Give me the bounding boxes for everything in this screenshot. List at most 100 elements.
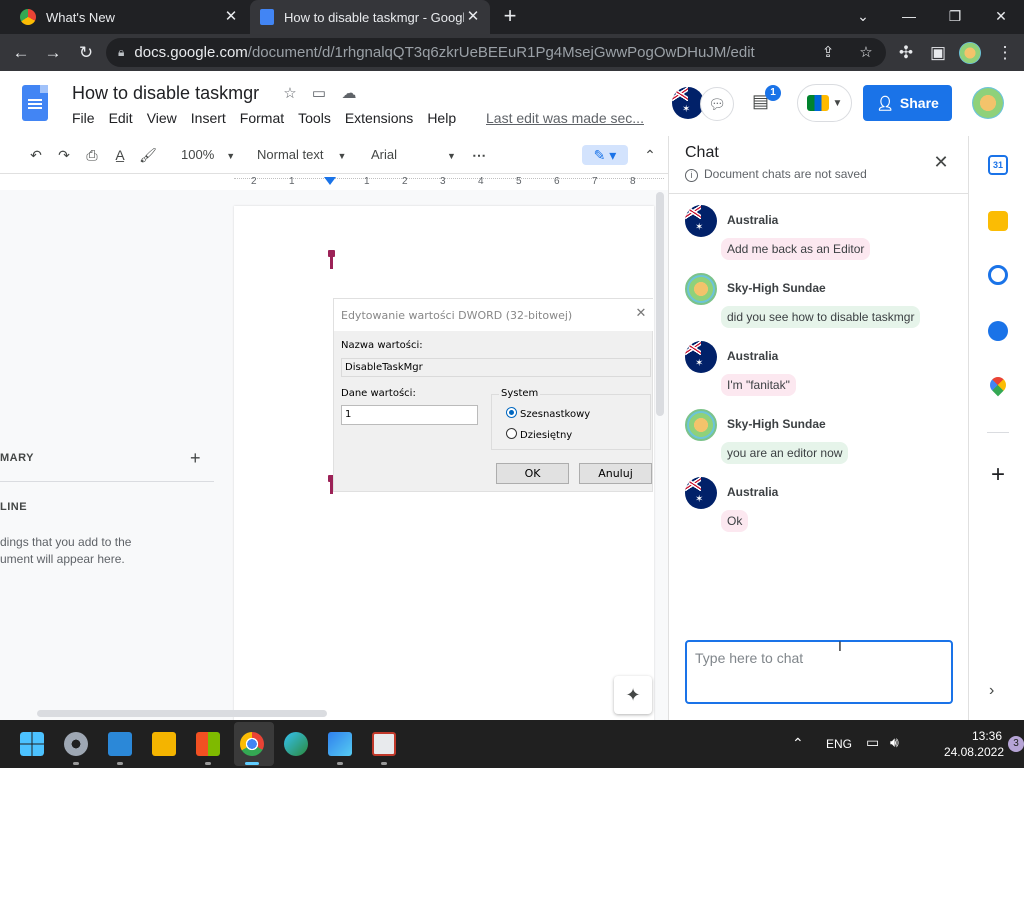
side-panel-icon[interactable]: ▣ (925, 40, 951, 66)
share-page-icon[interactable]: ⇪ (818, 43, 838, 63)
zoom-value: 100% (181, 147, 215, 162)
outline-divider (0, 481, 214, 482)
menu-format[interactable]: Format (240, 110, 284, 126)
star-icon[interactable]: ☆ (280, 84, 300, 104)
menu-file[interactable]: File (72, 110, 95, 126)
url-field[interactable]: 🔒︎ docs.google.com /document/d/1rhgnalqQ… (106, 38, 886, 67)
tab-search-icon[interactable]: ⌄ (840, 0, 886, 32)
windows-taskbar: ⌃ ENG ▭ 🔊︎ 13:36 24.08.2022 3 (0, 720, 1024, 768)
settings-icon[interactable] (64, 732, 88, 756)
new-tab-button[interactable]: + (498, 4, 522, 28)
chat-input[interactable]: Type here to chat (685, 640, 953, 704)
font-value: Arial (371, 147, 398, 162)
close-chat-icon[interactable]: ✕ (932, 153, 950, 171)
ruler-tick: 6 (554, 176, 560, 187)
tab-whats-new[interactable]: What's New ✕ (0, 0, 248, 34)
chat-panel: Chat i Document chats are not saved ✕ Aus… (668, 136, 969, 720)
close-tab-icon[interactable]: ✕ (464, 8, 482, 26)
tasks-icon[interactable] (988, 265, 1008, 285)
notification-badge[interactable]: 3 (1008, 736, 1024, 752)
editing-mode-button[interactable]: ✎ ▾ (582, 145, 628, 165)
menu-edit[interactable]: Edit (109, 110, 133, 126)
back-icon[interactable]: ← (8, 40, 34, 66)
chevron-right-icon[interactable]: › (989, 682, 1005, 699)
paint-format-icon[interactable]: 🖌︎ (138, 145, 158, 165)
redo-icon[interactable]: ↷ (54, 145, 74, 165)
move-folder-icon[interactable]: ▭ (309, 84, 329, 104)
last-edit-link[interactable]: Last edit was made sec... (486, 110, 644, 126)
chrome-menu-icon[interactable]: ⋮ (992, 40, 1018, 66)
profile-avatar[interactable] (959, 42, 981, 64)
horizontal-scrollbar[interactable] (37, 710, 327, 717)
chevron-up-icon[interactable]: ⌃ (792, 735, 804, 752)
forward-icon[interactable]: → (40, 40, 66, 66)
app-icon[interactable] (328, 732, 352, 756)
edge-icon[interactable] (284, 732, 308, 756)
extensions-icon[interactable]: ✣ (893, 40, 919, 66)
sidebar-divider (987, 432, 1009, 433)
undo-icon[interactable]: ↶ (26, 145, 46, 165)
meet-button[interactable]: ▼ (797, 84, 852, 122)
menu-view[interactable]: View (147, 110, 177, 126)
menu-help[interactable]: Help (427, 110, 456, 126)
chat-note: i Document chats are not saved (685, 167, 867, 182)
share-button[interactable]: 👤︎ Share (863, 85, 952, 121)
vertical-scrollbar[interactable] (656, 192, 664, 416)
radio-hex: Szesnastkowy (506, 407, 590, 420)
style-select[interactable]: Normal text ▼ (257, 145, 346, 165)
outline-heading: LINE (0, 501, 28, 513)
explore-button[interactable]: ✦ (614, 676, 652, 714)
collaborator-cursor (328, 250, 335, 269)
clock-time[interactable]: 13:36 (952, 729, 1002, 743)
notepad-icon[interactable] (108, 732, 132, 756)
chevron-down-icon: ▼ (337, 151, 347, 161)
hide-menus-icon[interactable]: ⌃ (640, 145, 660, 165)
add-summary-icon[interactable]: + (190, 448, 201, 469)
bookmark-star-icon[interactable]: ☆ (856, 43, 876, 63)
chevron-down-icon: ▼ (226, 151, 236, 161)
contacts-icon[interactable] (988, 321, 1008, 341)
show-chat-icon[interactable]: 💬︎ (700, 87, 734, 121)
spellcheck-icon[interactable]: A̲ (110, 145, 130, 165)
keep-icon[interactable] (988, 211, 1008, 231)
ruler-tick: 8 (630, 176, 636, 187)
more-options-icon[interactable]: ⋯ (469, 145, 489, 165)
store-icon[interactable] (196, 732, 220, 756)
maps-icon[interactable] (986, 373, 1010, 397)
clock-date[interactable]: 24.08.2022 (924, 745, 1004, 759)
document-title[interactable]: How to disable taskmgr (72, 83, 259, 104)
calendar-icon[interactable]: 31 (988, 155, 1008, 175)
language-indicator[interactable]: ENG (826, 737, 852, 751)
account-avatar[interactable] (972, 87, 1004, 119)
chat-text: you are an editor now (721, 442, 849, 464)
ruler-tick: 4 (478, 176, 484, 187)
print-icon[interactable]: ⎙ (82, 145, 102, 165)
snipping-tool-icon[interactable] (372, 732, 396, 756)
reload-icon[interactable]: ↻ (73, 40, 99, 66)
zoom-select[interactable]: 100% ▼ (181, 145, 235, 165)
menu-extensions[interactable]: Extensions (345, 110, 413, 126)
outline-hint: ument will appear here. (0, 552, 125, 566)
add-addon-icon[interactable]: + (987, 463, 1009, 487)
minimize-button[interactable]: — (886, 0, 932, 32)
outline-hint: dings that you add to the (0, 535, 132, 549)
close-tab-icon[interactable]: ✕ (222, 8, 240, 26)
ruler-tick: 1 (364, 176, 370, 187)
windows-start-icon[interactable] (20, 732, 44, 756)
restore-button[interactable]: ❐ (932, 0, 978, 32)
tab-google-doc[interactable]: How to disable taskmgr - Google ✕ (250, 0, 490, 34)
menu-tools[interactable]: Tools (298, 110, 331, 126)
menu-insert[interactable]: Insert (191, 110, 226, 126)
network-icon[interactable]: ▭ (866, 734, 879, 751)
docs-logo-icon[interactable] (22, 85, 48, 121)
close-window-button[interactable]: ✕ (978, 0, 1024, 32)
url-path: /document/d/1rhgnalqQT3q6zkrUeBEEuR1Pg4M… (247, 44, 755, 61)
volume-icon[interactable]: 🔊︎ (890, 734, 899, 751)
document-outline-panel: MARY + LINE dings that you add to the um… (0, 380, 220, 900)
font-select[interactable]: Arial ▼ (371, 145, 456, 165)
chrome-taskbar-icon[interactable] (240, 732, 264, 756)
australia-flag-avatar (685, 341, 717, 373)
dialog-close-icon: ✕ (635, 306, 647, 321)
chat-author: Sky-High Sundae (727, 281, 826, 295)
file-explorer-icon[interactable] (152, 732, 176, 756)
